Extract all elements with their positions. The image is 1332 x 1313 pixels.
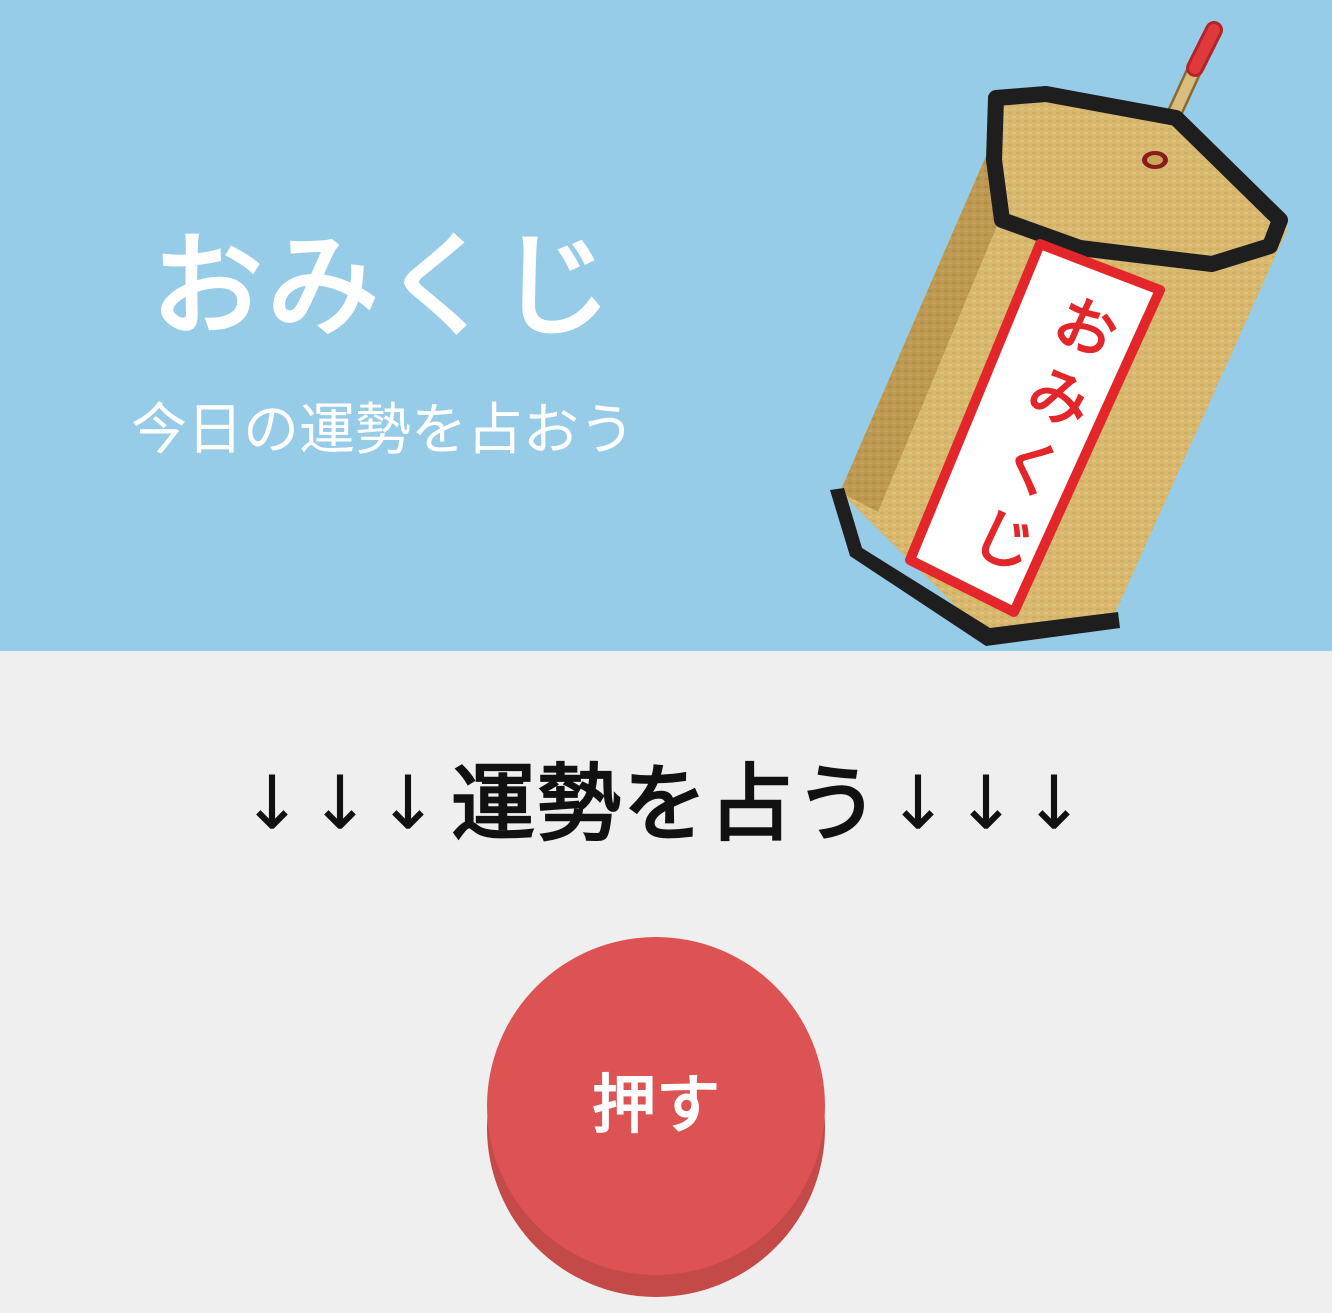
- push-button-container: 押す: [487, 937, 825, 1297]
- down-arrows-left: ↓↓↓: [240, 760, 445, 847]
- page-subtitle: 今日の運勢を占おう: [131, 398, 635, 463]
- hero-banner: おみくじ 今日の運勢を占おう お み く じ: [0, 0, 1332, 651]
- prompt-text: 運勢を占う: [450, 754, 881, 853]
- main-section: ↓↓↓運勢を占う↓↓↓ 押す: [0, 651, 1332, 1313]
- prompt-heading: ↓↓↓運勢を占う↓↓↓: [0, 743, 1332, 864]
- page-title: おみくじ: [151, 222, 615, 352]
- down-arrows-right: ↓↓↓: [887, 760, 1092, 847]
- push-button[interactable]: 押す: [487, 937, 825, 1275]
- omikuji-box-illustration: お み く じ: [830, 21, 1288, 646]
